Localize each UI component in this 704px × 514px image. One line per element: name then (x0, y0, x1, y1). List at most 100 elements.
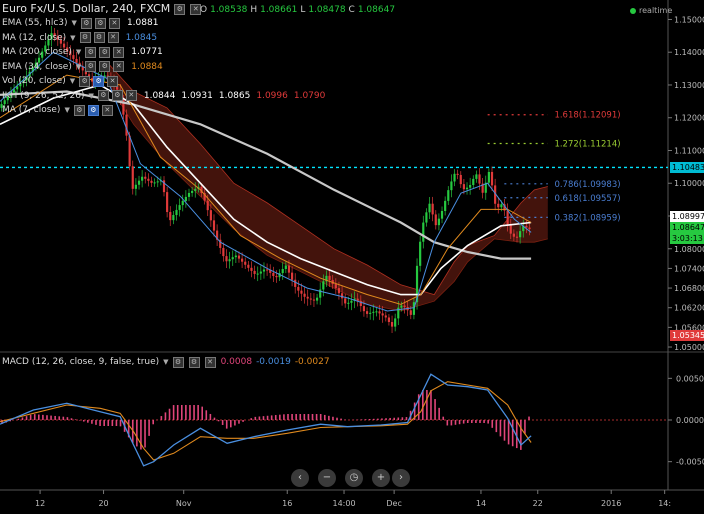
candle-body (194, 188, 197, 191)
settings-icon[interactable]: ⚙ (79, 75, 91, 87)
chevron-down-icon[interactable]: ▼ (70, 31, 75, 45)
settings-icon[interactable]: ⚙ (85, 46, 97, 58)
indicator-row[interactable]: MA (200, close) ▼ ⚙ ⚙ ✕ 1.0771 (2, 45, 163, 59)
scroll-left-button[interactable]: ‹ (291, 469, 309, 487)
settings-icon[interactable]: ⚙ (99, 61, 111, 72)
ohlc-label: H (250, 5, 258, 15)
settings-icon[interactable]: ⚙ (97, 90, 109, 101)
candle-body (528, 227, 531, 230)
chevron-down-icon[interactable]: ▼ (76, 60, 81, 74)
indicator-name: IKH (9, 26, 52, 26) (2, 90, 85, 101)
candle-body (309, 298, 312, 300)
ohlc-label: L (300, 5, 306, 15)
chevron-down-icon[interactable]: ▼ (163, 355, 168, 369)
reset-view-button[interactable]: ◷ (345, 469, 363, 487)
candle-body (487, 171, 490, 183)
close-icon[interactable]: ✕ (113, 61, 125, 72)
indicator-row[interactable]: EMA (34, close) ▼ ⚙ ⚙ ✕ 1.0884 (2, 60, 163, 74)
candle-body (315, 297, 319, 301)
x-tick-label: 12 (35, 499, 45, 508)
chevron-down-icon[interactable]: ▼ (88, 89, 93, 103)
chevron-down-icon[interactable]: ▼ (72, 16, 77, 30)
settings-icon[interactable]: ⚙ (111, 90, 123, 101)
realtime-dot-icon (630, 7, 636, 14)
ohlc-readout: O 1.08538 H 1.08661 L 1.08478 C 1.08647 (200, 3, 395, 17)
candle-body (469, 185, 472, 188)
candle-body (515, 236, 519, 238)
indicator-name: EMA (55, hlc3) (2, 18, 68, 28)
candle-body (237, 255, 241, 259)
close-icon[interactable]: ✕ (101, 104, 113, 116)
y-tick-label: 1.05000 (674, 343, 704, 352)
scroll-right-button[interactable]: › (392, 469, 410, 487)
settings-icon[interactable]: ⚙ (188, 356, 200, 368)
indicator-row[interactable]: EMA (55, hlc3) ▼ ⚙ ⚙ ✕ 1.0881 (2, 16, 158, 30)
close-icon[interactable]: ✕ (107, 75, 119, 87)
settings-icon[interactable]: ⚙ (80, 17, 92, 29)
chevron-down-icon[interactable]: ▼ (64, 103, 69, 117)
settings-icon[interactable]: ⚙ (73, 104, 85, 116)
fib-level-label: 0.786(1.09983) (554, 180, 620, 190)
indicator-value: 1.0845 (125, 32, 158, 43)
settings-icon[interactable]: ⚙ (172, 356, 184, 368)
indicator-name: MA (7, close) (2, 105, 61, 115)
settings-icon[interactable]: ⚙ (85, 61, 97, 72)
close-icon[interactable]: ✕ (204, 356, 216, 368)
candle-body (144, 176, 147, 179)
settings-icon[interactable]: ⚙ (99, 46, 111, 58)
settings-icon[interactable]: ⚙ (93, 32, 105, 43)
indicator-row[interactable]: MA (7, close) ▼ ⚙ ⚙ ✕ (2, 103, 114, 117)
chevron-down-icon[interactable]: ▼ (70, 74, 75, 88)
close-icon[interactable]: ✕ (113, 46, 125, 58)
candle-body (384, 315, 387, 318)
candle-body (369, 312, 372, 314)
candle-body (131, 166, 134, 189)
settings-icon[interactable]: ⚙ (93, 75, 105, 87)
indicator-row[interactable]: Vol (20, close) ▼ ⚙ ⚙ ✕ (2, 74, 119, 88)
zoom-out-button[interactable]: − (318, 469, 336, 487)
settings-icon[interactable]: ⚙ (87, 104, 99, 116)
candle-body (281, 269, 284, 274)
candle-body (259, 271, 262, 274)
candle-body (134, 184, 137, 189)
settings-icon[interactable]: ⚙ (174, 3, 186, 15)
chevron-down-icon[interactable]: ▼ (76, 45, 81, 59)
ohlc-label: O (200, 5, 208, 15)
macd-legend: MACD (12, 26, close, 9, false, true) ▼ ⚙… (2, 355, 330, 369)
indicator-row[interactable]: MA (12, close) ▼ ⚙ ⚙ ✕ 1.0845 (2, 31, 157, 45)
close-icon[interactable]: ✕ (108, 17, 120, 29)
candle-body (456, 173, 459, 175)
candle-body (284, 265, 287, 270)
candle-body (428, 203, 431, 213)
indicator-value: 1.0996 (256, 90, 288, 101)
settings-icon[interactable]: ⚙ (79, 32, 91, 43)
indicator-name: MA (12, close) (2, 32, 67, 43)
zoom-in-button[interactable]: + (372, 469, 390, 487)
close-icon[interactable]: ✕ (107, 32, 119, 43)
indicator-row[interactable]: IKH (9, 26, 52, 26) ▼ ⚙ ⚙ ✕ 1.0844 1.0931 1.086… (2, 89, 325, 103)
candle-body (166, 192, 169, 213)
settings-icon[interactable]: ⚙ (94, 17, 106, 29)
candle-body (141, 176, 144, 181)
close-icon[interactable]: ✕ (125, 90, 137, 101)
candle-body (403, 305, 406, 308)
candle-body (137, 180, 141, 185)
fib-level-label: 0.618(1.09557) (554, 194, 620, 204)
ohlc-value: 1.08478 (308, 5, 346, 15)
candle-body (256, 273, 259, 275)
candle-body (409, 310, 412, 315)
candle-body (172, 215, 175, 221)
x-tick-label: Nov (176, 499, 192, 508)
x-tick-label: 14: (658, 499, 671, 508)
price-axis-label: 1.10483 (670, 161, 704, 173)
candle-body (191, 190, 194, 193)
candle-body (178, 205, 181, 210)
fib-level-label: 0.382(1.08959) (554, 213, 620, 223)
candle-body (472, 178, 475, 186)
y-tick-label: 1.06800 (674, 284, 704, 293)
candle-body (387, 317, 391, 323)
y-tick-label: 1.07400 (674, 264, 704, 273)
x-tick-label: 22 (533, 499, 543, 508)
fib-level-label: 1.272(1.11214) (554, 139, 620, 149)
price-axis-label: 1.05345 (670, 330, 704, 342)
